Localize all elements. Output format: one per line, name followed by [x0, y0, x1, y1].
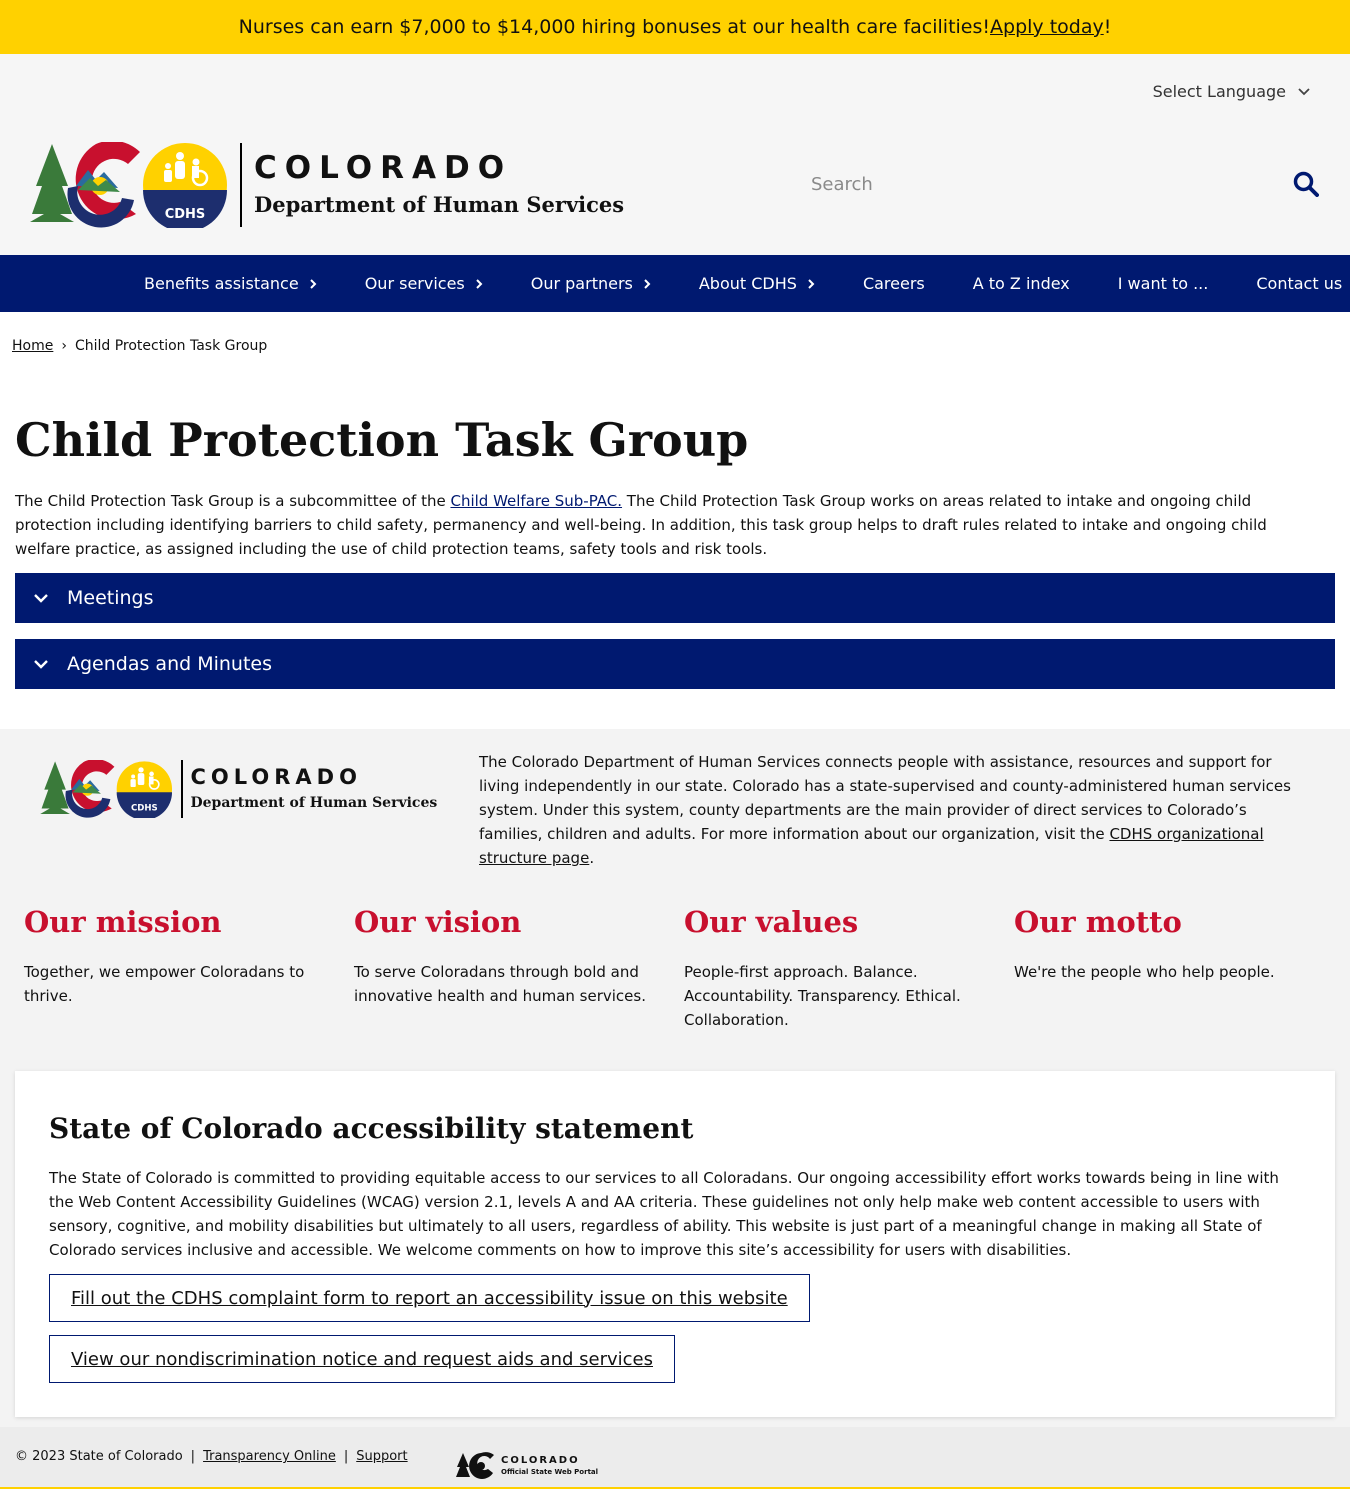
- breadcrumb-current: Child Protection Task Group: [74, 338, 268, 354]
- nav-list: Benefits assistance Our services Our partn…: [144, 255, 1342, 312]
- accordion-agendas-label: Agendas and Minutes: [67, 653, 273, 675]
- nav-item-label: Contact us: [1256, 274, 1343, 293]
- footer-logo-text: COLORADO Department of Human Services: [191, 765, 438, 813]
- vision-column: Our vision To serve Coloradans through b…: [354, 902, 654, 1008]
- chevron-right-icon: [476, 278, 483, 289]
- nav-item-contact-us[interactable]: Contact us: [1256, 274, 1342, 293]
- footer-logo-subtitle: Department of Human Services: [190, 795, 438, 811]
- complaint-form-button[interactable]: Fill out the CDHS complaint form to repo…: [49, 1274, 810, 1322]
- accessibility-text: The State of Colorado is committed to pr…: [49, 1169, 1279, 1259]
- copyright-text: © 2023 State of Colorado: [15, 1449, 183, 1464]
- nav-item-label: A to Z index: [972, 274, 1070, 293]
- vision-heading: Our vision: [354, 905, 522, 939]
- nav-item-about-cdhs[interactable]: About CDHS: [699, 274, 815, 293]
- intro-text-before: The Child Protection Task Group is a sub…: [15, 492, 451, 510]
- motto-text: We're the people who help people.: [1014, 963, 1275, 981]
- main-nav: Benefits assistance Our services Our partn…: [0, 255, 1350, 312]
- cdhs-badge-text: CDHS: [165, 207, 206, 222]
- colorado-logo-icon: [30, 142, 140, 228]
- accessibility-statement: State of Colorado accessibility statemen…: [15, 1071, 1335, 1417]
- chevron-right-icon: [808, 278, 815, 289]
- nav-item-label: Benefits assistance: [144, 274, 299, 293]
- motto-heading: Our motto: [1014, 905, 1182, 939]
- cdhs-badge-icon: CDHS: [116, 761, 173, 818]
- site-logo[interactable]: CDHS COLORADO Department of Human Servic…: [30, 142, 624, 228]
- portal-text: COLORADO Official State Web Portal: [501, 1455, 598, 1477]
- footer-logo-title: COLORADO: [190, 765, 362, 789]
- state-portal-logo[interactable]: COLORADO Official State Web Portal: [455, 1451, 598, 1481]
- transparency-online-link[interactable]: Transparency Online: [203, 1449, 336, 1464]
- footer-logo[interactable]: CDHS COLORADO Department of Human Servic…: [40, 759, 437, 819]
- values-heading: Our values: [684, 905, 859, 939]
- colorado-logo-icon: [40, 760, 115, 818]
- bottom-links: © 2023 State of Colorado | Transparency …: [15, 1449, 408, 1464]
- link-separator: |: [190, 1449, 196, 1464]
- alert-text: Nurses can earn $7,000 to $14,000 hiring…: [238, 16, 991, 38]
- language-selector[interactable]: Select Language: [1153, 82, 1310, 101]
- site-header: Select Language CDHS COLORADO Department…: [0, 54, 1350, 255]
- chevron-down-icon: [15, 593, 67, 603]
- search-bar: [811, 166, 1321, 202]
- nav-item-our-services[interactable]: Our services: [365, 274, 483, 293]
- breadcrumb: Home › Child Protection Task Group: [12, 338, 267, 354]
- values-text: People-first approach. Balance. Accounta…: [684, 963, 961, 1029]
- portal-title: COLORADO: [501, 1455, 580, 1466]
- alert-banner: Nurses can earn $7,000 to $14,000 hiring…: [0, 0, 1350, 54]
- nav-item-careers[interactable]: Careers: [863, 274, 925, 293]
- nav-item-label: Our partners: [530, 274, 633, 293]
- motto-column: Our motto We're the people who help peop…: [1014, 902, 1314, 984]
- logo-text: COLORADO Department of Human Services: [254, 150, 624, 220]
- page-title: Child Protection Task Group: [15, 413, 749, 467]
- chevron-down-icon: [15, 659, 67, 669]
- apply-today-link[interactable]: Apply today: [990, 16, 1104, 38]
- chevron-down-icon: [1298, 87, 1310, 95]
- accessibility-heading: State of Colorado accessibility statemen…: [49, 1112, 694, 1145]
- breadcrumb-separator: ›: [61, 338, 67, 354]
- logo-divider: [240, 143, 242, 227]
- search-input[interactable]: [811, 173, 1291, 195]
- link-separator: |: [343, 1449, 349, 1464]
- mission-text: Together, we empower Coloradans to thriv…: [24, 963, 305, 1005]
- nav-item-label: About CDHS: [698, 274, 797, 293]
- logo-title: COLORADO: [254, 150, 513, 186]
- footer-cdhs-badge-text: CDHS: [131, 804, 158, 814]
- logo-subtitle: Department of Human Services: [254, 192, 625, 217]
- alert-suffix: !: [1103, 16, 1112, 38]
- mission-column: Our mission Together, we empower Colorad…: [24, 902, 324, 1008]
- cdhs-badge-icon: CDHS: [143, 143, 227, 228]
- nav-item-label: Our services: [364, 274, 465, 293]
- colorado-portal-icon: [456, 1452, 494, 1479]
- about-paragraph: The Colorado Department of Human Service…: [479, 750, 1299, 870]
- bottom-bar: © 2023 State of Colorado | Transparency …: [0, 1427, 1350, 1489]
- language-label: Select Language: [1152, 82, 1286, 101]
- search-icon: [1293, 171, 1319, 197]
- support-link[interactable]: Support: [356, 1449, 407, 1464]
- search-button[interactable]: [1291, 169, 1321, 199]
- nav-item-a-to-z-index[interactable]: A to Z index: [973, 274, 1070, 293]
- nondiscrimination-button[interactable]: View our nondiscrimination notice and re…: [49, 1335, 675, 1383]
- nav-item-our-partners[interactable]: Our partners: [531, 274, 651, 293]
- nav-item-label: Careers: [862, 274, 925, 293]
- mission-heading: Our mission: [24, 905, 222, 939]
- nav-item-benefits-assistance[interactable]: Benefits assistance: [144, 274, 317, 293]
- vision-text: To serve Coloradans through bold and inn…: [354, 963, 646, 1005]
- nav-item-i-want-to[interactable]: I want to ...: [1118, 274, 1209, 293]
- intro-paragraph: The Child Protection Task Group is a sub…: [15, 489, 1315, 561]
- chevron-right-icon: [309, 278, 317, 289]
- chevron-right-icon: [644, 278, 651, 289]
- nav-item-label: I want to ...: [1117, 274, 1209, 293]
- breadcrumb-home-link[interactable]: Home: [12, 338, 53, 354]
- accordion-agendas-minutes[interactable]: Agendas and Minutes: [15, 639, 1335, 689]
- values-column: Our values People-first approach. Balanc…: [684, 902, 984, 1032]
- accordion-meetings[interactable]: Meetings: [15, 573, 1335, 623]
- about-suffix: .: [589, 849, 595, 867]
- accordion-meetings-label: Meetings: [67, 587, 154, 609]
- footer-logo-divider: [181, 760, 183, 818]
- footer-info: CDHS COLORADO Department of Human Servic…: [0, 729, 1350, 1427]
- child-welfare-sub-pac-link[interactable]: Child Welfare Sub-PAC.: [450, 492, 622, 510]
- portal-subtitle: Official State Web Portal: [501, 1468, 599, 1476]
